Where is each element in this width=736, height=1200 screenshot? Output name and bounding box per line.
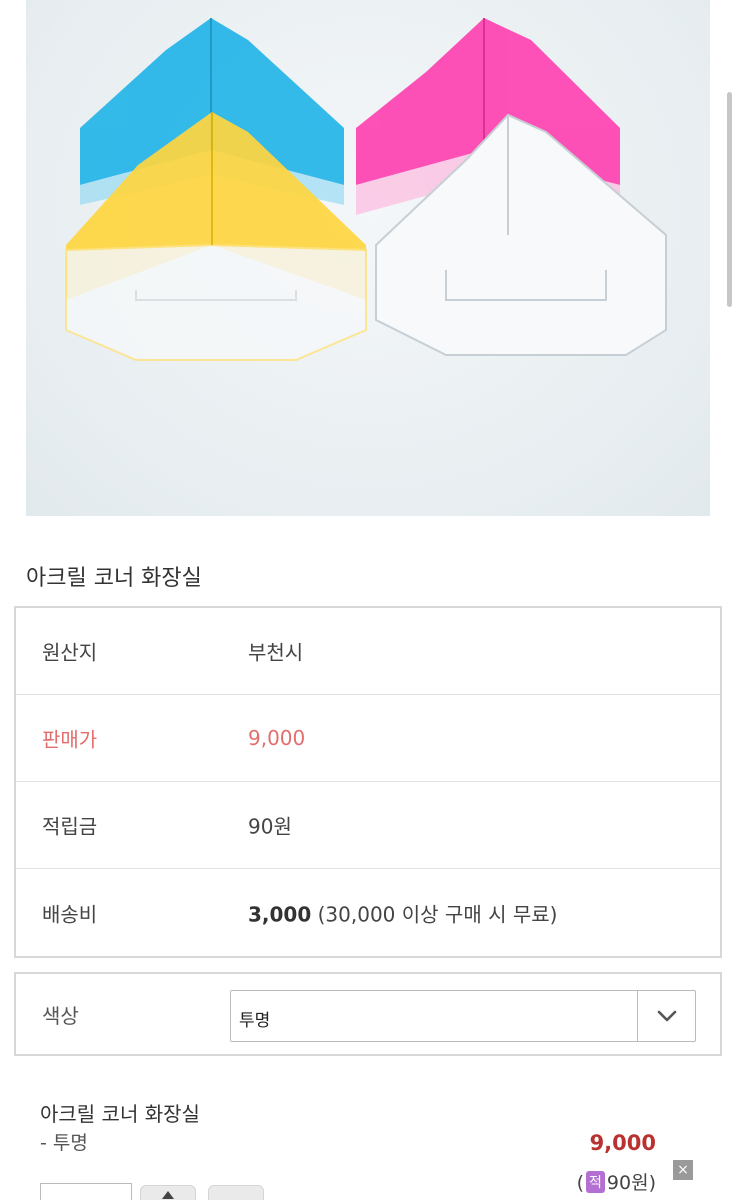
product-image [26,0,710,516]
shipping-value-group: 3,000 (30,000 이상 구매 시 무료) [248,898,557,927]
color-select-value: 투명 [239,1011,271,1031]
info-row-shipping: 배송비 3,000 (30,000 이상 구매 시 무료) [16,869,720,956]
shipping-free-note: (30,000 이상 구매 시 무료) [317,902,558,926]
color-option-label: 색상 [42,1004,79,1028]
origin-label: 원산지 [42,640,98,665]
chevron-down-icon [657,1010,676,1022]
quantity-increase-button[interactable] [140,1185,196,1200]
option-box: 색상 투명 [14,972,722,1056]
info-row-price: 판매가 9,000 [16,695,720,782]
points-amount: 90원) [606,1172,656,1194]
quantity-decrease-button[interactable] [208,1185,264,1200]
info-row-origin: 원산지 부천시 [16,608,720,695]
points-label: 적립금 [42,814,98,839]
select-dropdown-button[interactable] [637,991,695,1041]
points-value: 90원 [248,814,292,839]
remove-item-button[interactable]: × [673,1160,693,1180]
price-value: 9,000 [248,726,306,750]
points-open-paren: ( [576,1172,585,1194]
price-label: 판매가 [42,727,98,752]
caret-up-icon [162,1191,174,1199]
product-title: 아크릴 코너 화장실 [26,566,202,591]
color-select[interactable]: 투명 [230,990,696,1042]
quantity-input[interactable] [40,1183,132,1200]
selected-item-price: 9,000 [589,1131,656,1155]
selected-item-option: - 투명 [40,1132,88,1154]
product-info-table: 원산지 부천시 판매가 9,000 적립금 90원 배송비 3,000 (30,… [14,606,722,958]
points-badge-icon: 적 [586,1171,605,1193]
selected-item-points: (적 90원) [577,1168,656,1195]
info-row-points: 적립금 90원 [16,782,720,869]
acrylic-corner-toilets-photo [65,18,667,361]
page-scrollbar[interactable] [727,92,732,307]
selected-item-name: 아크릴 코너 화장실 [40,1102,200,1126]
origin-value: 부천시 [248,640,304,665]
shipping-fee: 3,000 [248,902,312,926]
shipping-label: 배송비 [42,902,98,926]
